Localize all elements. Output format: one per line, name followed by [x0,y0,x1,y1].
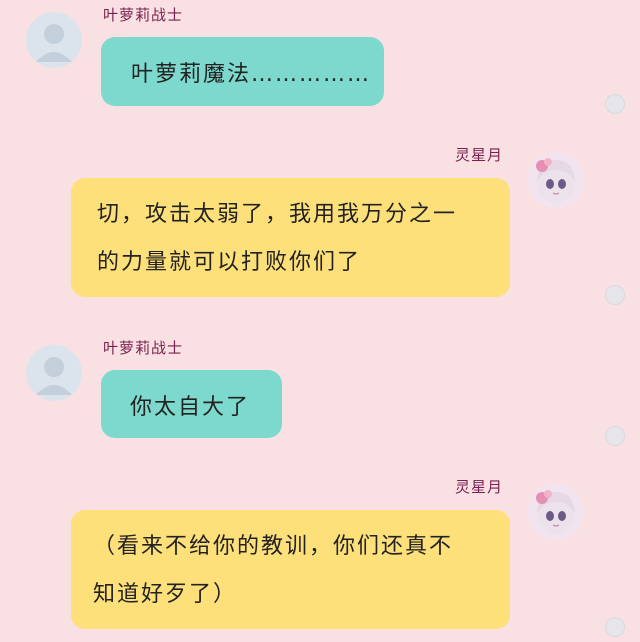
default-user-avatar-icon [26,12,82,68]
sender-name: 灵星月 [455,146,504,164]
anime-girl-avatar-icon [528,152,584,208]
status-dot[interactable] [605,94,625,114]
message-text-line: 切，攻击太弱了，我用我万分之一 [97,202,458,227]
user-avatar[interactable] [26,12,82,68]
user-avatar[interactable] [26,345,82,401]
message-bubble[interactable]: 叶萝莉魔法…………… [101,37,384,106]
sender-name: 叶萝莉战士 [103,339,184,357]
message-text: 你太自大了 [130,395,251,420]
sender-name: 叶萝莉战士 [103,6,184,24]
anime-girl-avatar-icon [528,484,584,540]
default-user-avatar-icon [26,345,82,401]
message-bubble[interactable]: （看来不给你的教训，你们还真不 知道好歹了） [71,510,510,629]
user-avatar[interactable] [528,484,584,540]
status-dot[interactable] [605,426,625,446]
message-text: 叶萝莉魔法…………… [131,62,372,87]
status-dot[interactable] [605,617,625,637]
sender-name: 灵星月 [455,478,504,496]
message-text-line: 的力量就可以打败你们了 [97,250,362,275]
message-text-line: 知道好歹了） [93,582,238,607]
message-text-line: （看来不给你的教训，你们还真不 [93,534,454,559]
message-bubble[interactable]: 切，攻击太弱了，我用我万分之一 的力量就可以打败你们了 [71,178,510,297]
status-dot[interactable] [605,285,625,305]
message-bubble[interactable]: 你太自大了 [101,370,282,438]
user-avatar[interactable] [528,152,584,208]
